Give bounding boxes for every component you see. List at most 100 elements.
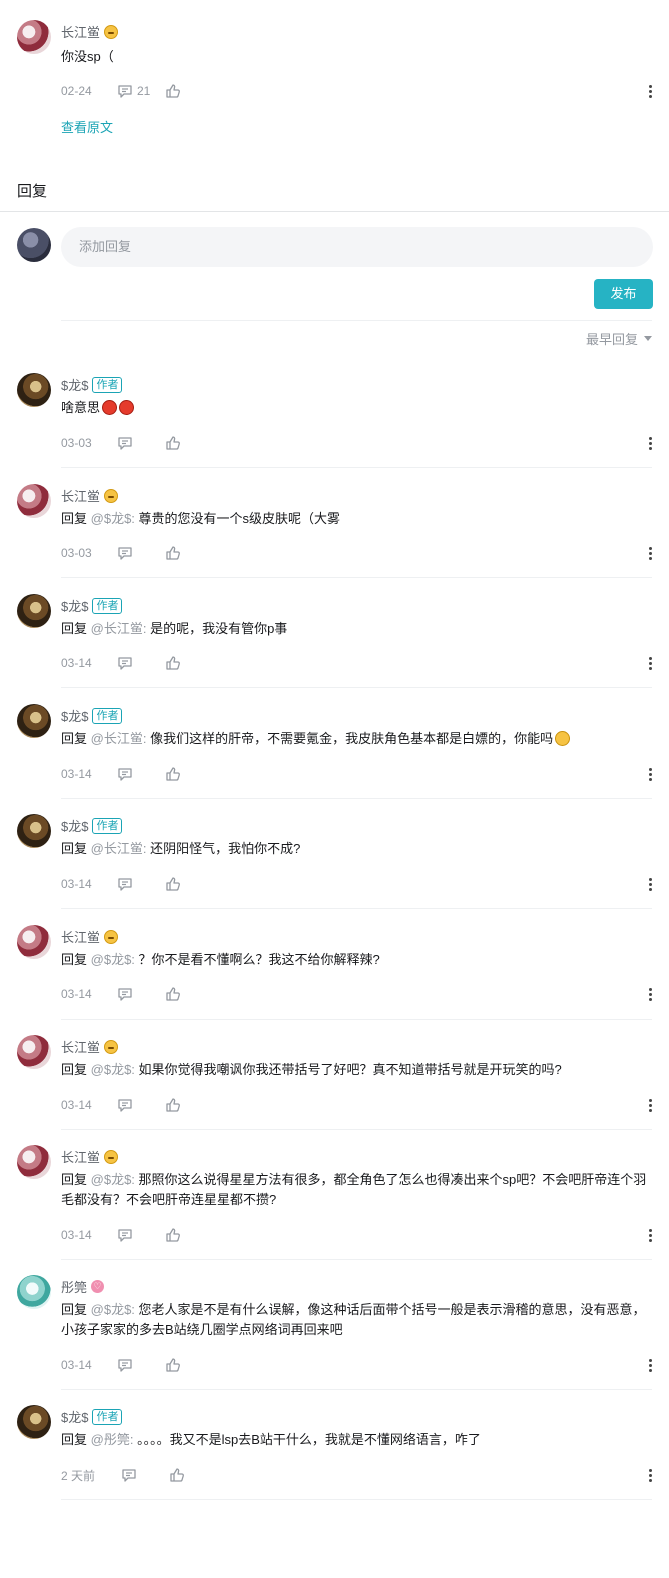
author-name[interactable]: 长江鲎 <box>61 1147 100 1166</box>
more-icon[interactable] <box>648 1098 652 1112</box>
view-original-link[interactable]: 查看原文 <box>61 117 113 136</box>
divider <box>61 687 652 688</box>
comment-author[interactable]: 长江鲎 <box>61 22 119 41</box>
like-button[interactable] <box>165 655 181 671</box>
reply-input[interactable]: 添加回复 <box>61 227 653 267</box>
more-icon[interactable] <box>648 546 652 560</box>
more-icon[interactable] <box>648 987 652 1001</box>
mention-link[interactable]: @$龙$: <box>91 511 135 526</box>
reply-prefix: 回复 <box>61 1302 88 1317</box>
reply-meta: 03-14 <box>61 1355 652 1375</box>
avatar[interactable] <box>17 704 51 738</box>
thumbs-up-icon <box>166 877 180 891</box>
mention-link[interactable]: @长江鲎: <box>91 621 147 636</box>
reply-prefix: 回复 <box>61 1432 88 1447</box>
thumbs-up-icon <box>166 656 180 670</box>
like-button[interactable] <box>165 83 181 99</box>
like-button[interactable] <box>165 435 181 451</box>
reply-author[interactable]: $龙$ 作者 <box>61 375 123 394</box>
medal-icon <box>104 488 119 503</box>
publish-button[interactable]: 发布 <box>594 279 653 309</box>
reply-author[interactable]: 长江鲎 <box>61 927 119 946</box>
mention-link[interactable]: @彤筦: <box>91 1432 134 1447</box>
avatar[interactable] <box>17 1405 51 1439</box>
author-name[interactable]: $龙$ <box>61 375 88 394</box>
more-icon[interactable] <box>648 436 652 450</box>
more-icon[interactable] <box>648 1468 652 1482</box>
like-button[interactable] <box>165 1097 181 1113</box>
reply-prefix: 回复 <box>61 621 88 636</box>
avatar[interactable] <box>17 484 51 518</box>
thumbs-up-icon <box>170 1468 184 1482</box>
divider <box>61 1259 652 1260</box>
reply-button[interactable] <box>117 435 165 451</box>
author-name[interactable]: $龙$ <box>61 596 88 615</box>
author-name[interactable]: 长江鲎 <box>61 1037 100 1056</box>
reply-author[interactable]: $龙$ 作者 <box>61 1407 123 1426</box>
reply-meta: 2 天前 <box>61 1465 652 1485</box>
avatar[interactable] <box>17 594 51 628</box>
reply-author[interactable]: $龙$ 作者 <box>61 706 123 725</box>
more-icon[interactable] <box>648 656 652 670</box>
more-icon[interactable] <box>648 1358 652 1372</box>
reply-prefix: 回复 <box>61 731 88 746</box>
avatar[interactable] <box>17 814 51 848</box>
mention-link[interactable]: @$龙$: <box>91 1062 135 1077</box>
reply-author[interactable]: 长江鲎 <box>61 486 119 505</box>
more-icon[interactable] <box>648 767 652 781</box>
like-button[interactable] <box>165 545 181 561</box>
reply-meta: 03-14 <box>61 1225 652 1245</box>
reply-button[interactable] <box>117 986 165 1002</box>
more-icon[interactable] <box>648 877 652 891</box>
avatar[interactable] <box>17 373 51 407</box>
reply-author[interactable]: 长江鲎 <box>61 1037 119 1056</box>
reply-button[interactable] <box>121 1467 169 1483</box>
mention-link[interactable]: @$龙$: <box>91 1172 135 1187</box>
avatar[interactable] <box>17 1275 51 1309</box>
reply-count-button[interactable]: 21 <box>117 83 165 99</box>
reply-button[interactable] <box>117 1227 165 1243</box>
author-name[interactable]: $龙$ <box>61 1407 88 1426</box>
reply-button[interactable] <box>117 655 165 671</box>
author-name[interactable]: 长江鲎 <box>61 927 100 946</box>
mention-link[interactable]: @$龙$: <box>91 1302 135 1317</box>
avatar[interactable] <box>17 1035 51 1069</box>
more-icon[interactable] <box>648 1228 652 1242</box>
like-button[interactable] <box>169 1467 185 1483</box>
avatar[interactable] <box>17 20 51 54</box>
author-name[interactable]: 长江鲎 <box>61 486 100 505</box>
laughing-emoji-icon <box>555 731 571 746</box>
reply-author[interactable]: $龙$ 作者 <box>61 596 123 615</box>
mention-link[interactable]: @长江鲎: <box>91 841 147 856</box>
reply-date: 03-14 <box>61 1228 92 1242</box>
reply-button[interactable] <box>117 1357 165 1373</box>
reply-author[interactable]: $龙$ 作者 <box>61 816 123 835</box>
like-button[interactable] <box>165 1227 181 1243</box>
sort-dropdown[interactable]: 最早回复 <box>586 329 652 348</box>
thumbs-up-icon <box>166 1358 180 1372</box>
mention-link[interactable]: @长江鲎: <box>91 731 147 746</box>
like-button[interactable] <box>165 1357 181 1373</box>
author-name[interactable]: $龙$ <box>61 816 88 835</box>
thumbs-up-icon <box>166 767 180 781</box>
medal-icon <box>104 1149 119 1164</box>
reply-button[interactable] <box>117 876 165 892</box>
like-button[interactable] <box>165 986 181 1002</box>
reply-button[interactable] <box>117 545 165 561</box>
reply-meta: 03-14 <box>61 764 652 784</box>
like-button[interactable] <box>165 876 181 892</box>
more-icon[interactable] <box>648 84 652 98</box>
avatar[interactable] <box>17 925 51 959</box>
reply-button[interactable] <box>117 1097 165 1113</box>
comment-icon <box>118 657 132 670</box>
reply-author[interactable]: 彤筦 ♡ <box>61 1277 105 1296</box>
reply-body: ？你不是看不懂啊么？我这不给你解释辣? <box>138 952 380 967</box>
reply-button[interactable] <box>117 766 165 782</box>
reply-author[interactable]: 长江鲎 <box>61 1147 119 1166</box>
author-name[interactable]: 长江鲎 <box>61 22 100 41</box>
author-name[interactable]: $龙$ <box>61 706 88 725</box>
mention-link[interactable]: @$龙$: <box>91 952 135 967</box>
avatar[interactable] <box>17 1145 51 1179</box>
author-name[interactable]: 彤筦 <box>61 1277 87 1296</box>
like-button[interactable] <box>165 766 181 782</box>
